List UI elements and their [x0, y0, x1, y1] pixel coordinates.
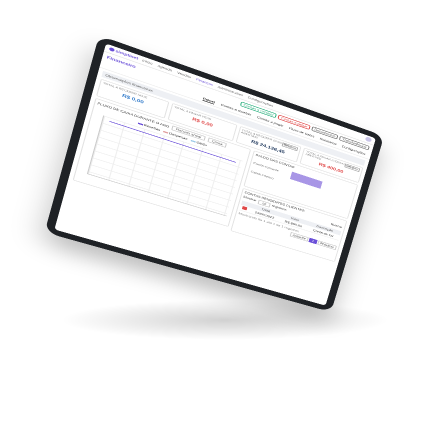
- tablet-frame: simplinet Início Agenda Vendas Finanças …: [44, 35, 385, 313]
- logo-icon: [108, 46, 115, 53]
- legend-swatch: [190, 139, 196, 143]
- screen: simplinet Início Agenda Vendas Finanças …: [54, 43, 376, 306]
- legend-swatch: [137, 122, 143, 126]
- page-button[interactable]: 1: [308, 237, 318, 245]
- avatar[interactable]: [364, 136, 373, 143]
- delete-icon[interactable]: [242, 206, 248, 211]
- stage: simplinet Início Agenda Vendas Finanças …: [0, 0, 444, 431]
- legend-swatch: [163, 130, 169, 134]
- tab-painel[interactable]: Painel: [202, 96, 216, 105]
